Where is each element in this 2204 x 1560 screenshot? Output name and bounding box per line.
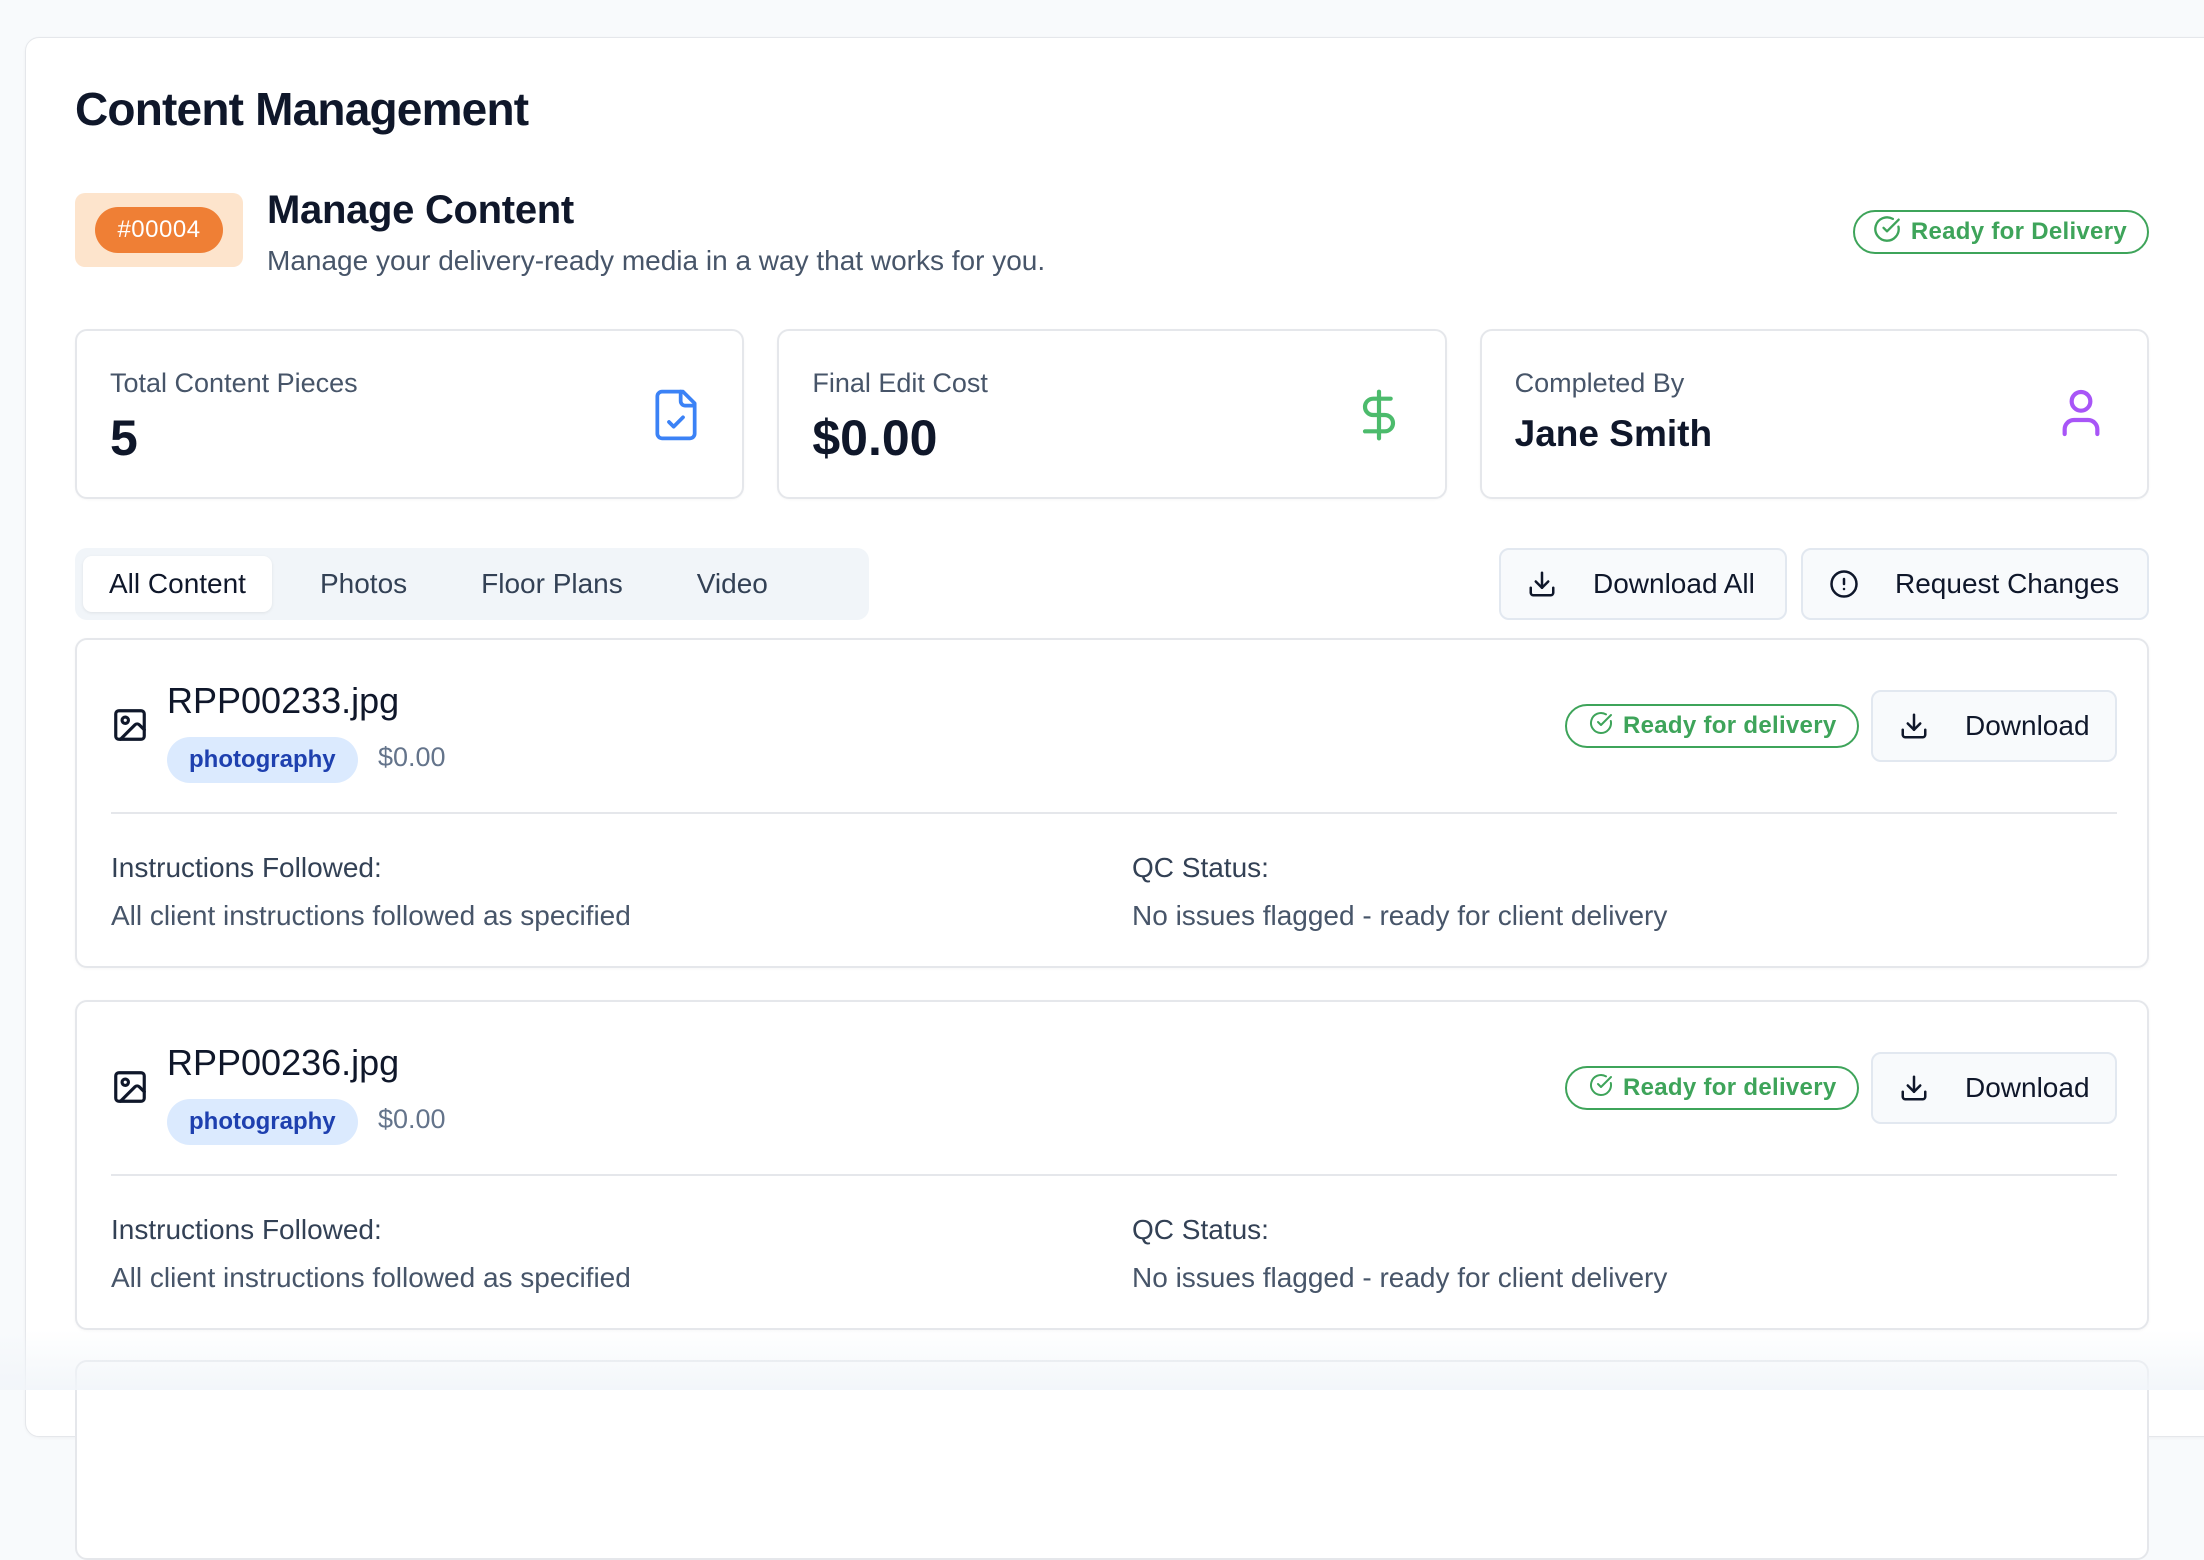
request-changes-label: Request Changes (1895, 568, 2119, 600)
instructions-value: All client instructions followed as spec… (111, 900, 631, 932)
item-status-label: Ready for delivery (1623, 1074, 1837, 1102)
section-subtitle: Manage your delivery-ready media in a wa… (267, 245, 1045, 277)
delivery-status-badge: Ready for Delivery (1853, 210, 2149, 254)
dollar-icon (1351, 383, 1407, 452)
file-check-icon (648, 383, 704, 452)
alert-circle-icon (1827, 567, 1861, 601)
item-status-badge: Ready for delivery (1565, 1066, 1859, 1110)
image-icon (111, 706, 149, 749)
order-id-badge-wrap: #00004 (75, 193, 243, 267)
download-all-label: Download All (1593, 568, 1755, 600)
stat-value: Jane Smith (1515, 413, 1712, 455)
stat-card-total-content: Total Content Pieces 5 (75, 329, 744, 499)
file-name: RPP00233.jpg (167, 680, 399, 722)
qc-status-value: No issues flagged - ready for client del… (1132, 1262, 1667, 1294)
check-circle-icon (1589, 1073, 1613, 1104)
category-tag: photography (167, 737, 358, 783)
download-icon (1525, 567, 1559, 601)
check-circle-icon (1873, 215, 1901, 250)
check-circle-icon (1589, 711, 1613, 742)
instructions-label: Instructions Followed: (111, 852, 382, 884)
category-tag: photography (167, 1099, 358, 1145)
divider (111, 812, 2117, 814)
content-card: RPP00236.jpg photography $0.00 Ready for… (75, 1000, 2149, 1330)
item-status-label: Ready for delivery (1623, 712, 1837, 740)
item-price: $0.00 (378, 1104, 446, 1135)
stat-label: Total Content Pieces (110, 368, 358, 399)
download-all-button[interactable]: Download All (1499, 548, 1787, 620)
item-status-badge: Ready for delivery (1565, 704, 1859, 748)
divider (111, 1174, 2117, 1176)
download-button[interactable]: Download (1871, 1052, 2117, 1124)
download-button[interactable]: Download (1871, 690, 2117, 762)
instructions-label: Instructions Followed: (111, 1214, 382, 1246)
tab-all-content[interactable]: All Content (83, 556, 272, 612)
qc-status-label: QC Status: (1132, 852, 1269, 884)
file-name: RPP00236.jpg (167, 1042, 399, 1084)
tab-floor-plans[interactable]: Floor Plans (455, 556, 649, 612)
instructions-value: All client instructions followed as spec… (111, 1262, 631, 1294)
stat-card-completed-by: Completed By Jane Smith (1480, 329, 2149, 499)
content-card (75, 1360, 2149, 1560)
order-id-badge: #00004 (95, 207, 222, 253)
qc-status-label: QC Status: (1132, 1214, 1269, 1246)
tab-photos[interactable]: Photos (294, 556, 433, 612)
content-management-panel: Content Management #00004 Manage Content… (25, 37, 2204, 1437)
stat-label: Completed By (1515, 368, 1685, 399)
download-icon (1897, 1071, 1931, 1105)
download-label: Download (1965, 1072, 2090, 1104)
download-icon (1897, 709, 1931, 743)
download-label: Download (1965, 710, 2090, 742)
item-price: $0.00 (378, 742, 446, 773)
stat-card-final-edit-cost: Final Edit Cost $0.00 (777, 329, 1446, 499)
stat-value: $0.00 (812, 409, 937, 467)
user-icon (2053, 383, 2109, 448)
request-changes-button[interactable]: Request Changes (1801, 548, 2149, 620)
stat-value: 5 (110, 409, 138, 467)
tab-video[interactable]: Video (671, 556, 794, 612)
section-title: Manage Content (267, 188, 574, 233)
page-title: Content Management (75, 82, 528, 136)
image-icon (111, 1068, 149, 1111)
delivery-status-label: Ready for Delivery (1911, 218, 2127, 246)
content-card: RPP00233.jpg photography $0.00 Ready for… (75, 638, 2149, 968)
qc-status-value: No issues flagged - ready for client del… (1132, 900, 1667, 932)
content-tabs: All Content Photos Floor Plans Video (75, 548, 869, 620)
stats-row: Total Content Pieces 5 Final Edit Cost $… (75, 329, 2149, 499)
stat-label: Final Edit Cost (812, 368, 988, 399)
